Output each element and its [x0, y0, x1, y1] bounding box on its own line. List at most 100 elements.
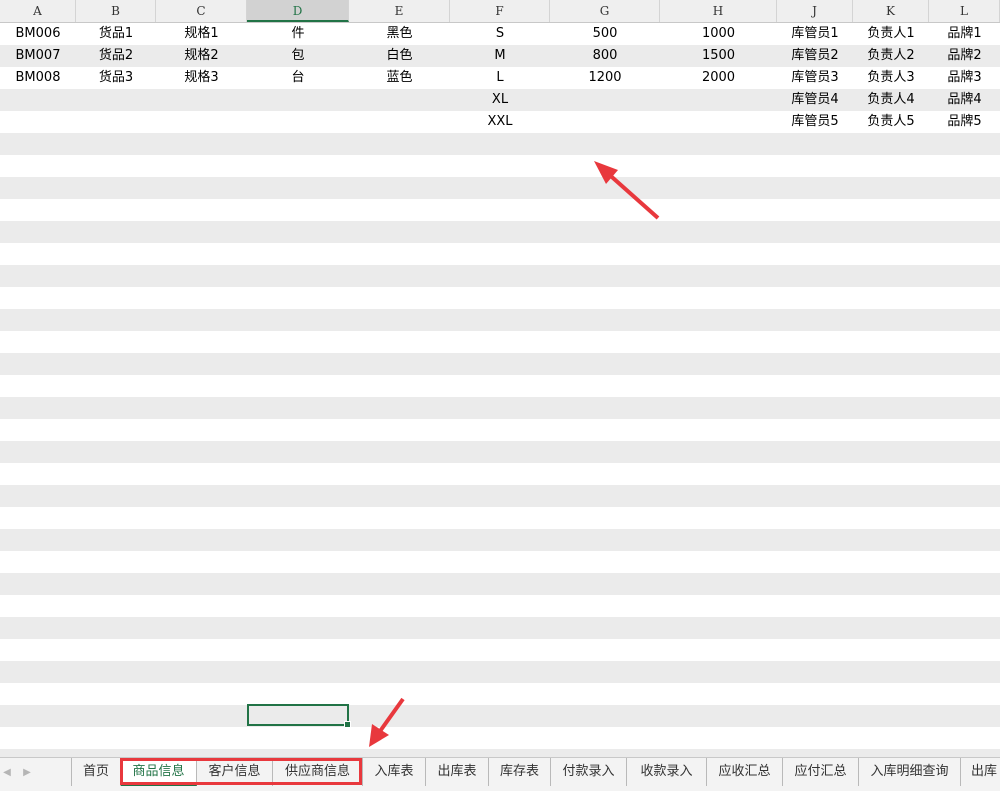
empty-row[interactable] [0, 331, 1000, 353]
cell[interactable]: XL [450, 89, 550, 111]
column-header-g[interactable]: G [550, 0, 660, 22]
cell[interactable]: 负责人2 [853, 45, 929, 67]
cell[interactable]: 1200 [550, 67, 660, 89]
cell[interactable]: 品牌3 [929, 67, 1000, 89]
cell[interactable]: 包 [247, 45, 349, 67]
cell[interactable]: 500 [550, 23, 660, 45]
empty-row[interactable] [0, 639, 1000, 661]
empty-row[interactable] [0, 221, 1000, 243]
column-header-d[interactable]: D [247, 0, 349, 22]
cell[interactable]: 蓝色 [349, 67, 450, 89]
cell[interactable]: 库管员4 [777, 89, 853, 111]
table-row: BM007 货品2 规格2 包 白色 M 800 1500 库管员2 负责人2 … [0, 45, 1000, 67]
cell[interactable]: 规格3 [156, 67, 247, 89]
cell[interactable]: 2000 [660, 67, 777, 89]
empty-row[interactable] [0, 749, 1000, 757]
cell[interactable]: S [450, 23, 550, 45]
empty-row[interactable] [0, 529, 1000, 551]
tab-inventory[interactable]: 库存表 [489, 758, 551, 786]
column-header-j[interactable]: J [777, 0, 853, 22]
cell[interactable]: 负责人1 [853, 23, 929, 45]
column-header-e[interactable]: E [349, 0, 450, 22]
cell[interactable]: XXL [450, 111, 550, 133]
empty-row[interactable] [0, 309, 1000, 331]
column-header-h[interactable]: H [660, 0, 777, 22]
scroll-left-icon[interactable]: ◀ [0, 766, 14, 780]
scroll-right-icon[interactable]: ▶ [20, 766, 34, 780]
cell[interactable]: 货品2 [76, 45, 156, 67]
table-row: XXL 库管员5 负责人5 品牌5 [0, 111, 1000, 133]
cell[interactable]: 规格2 [156, 45, 247, 67]
cell[interactable]: 库管员2 [777, 45, 853, 67]
empty-row[interactable] [0, 727, 1000, 749]
cell[interactable]: 800 [550, 45, 660, 67]
empty-row[interactable] [0, 177, 1000, 199]
empty-row[interactable] [0, 397, 1000, 419]
cell[interactable]: 负责人3 [853, 67, 929, 89]
empty-row[interactable] [0, 661, 1000, 683]
cell[interactable]: 货品3 [76, 67, 156, 89]
column-header-f[interactable]: F [450, 0, 550, 22]
cell[interactable]: 1500 [660, 45, 777, 67]
cell[interactable]: 白色 [349, 45, 450, 67]
column-header-a[interactable]: A [0, 0, 76, 22]
empty-row[interactable] [0, 243, 1000, 265]
cell[interactable]: 品牌1 [929, 23, 1000, 45]
column-header-l[interactable]: L [929, 0, 1000, 22]
column-header-b[interactable]: B [76, 0, 156, 22]
empty-row[interactable] [0, 507, 1000, 529]
cell[interactable]: 台 [247, 67, 349, 89]
tab-stock-out-partial[interactable]: 出库 [961, 758, 1000, 786]
cell[interactable]: 规格1 [156, 23, 247, 45]
cell[interactable]: 负责人5 [853, 111, 929, 133]
cell[interactable]: BM007 [0, 45, 76, 67]
cell[interactable]: 库管员5 [777, 111, 853, 133]
tab-stock-in[interactable]: 入库表 [363, 758, 426, 786]
empty-row[interactable] [0, 199, 1000, 221]
cell[interactable]: 品牌4 [929, 89, 1000, 111]
empty-row[interactable] [0, 419, 1000, 441]
tab-supplier-info[interactable]: 供应商信息 [273, 758, 363, 786]
empty-row[interactable] [0, 617, 1000, 639]
cell[interactable]: 件 [247, 23, 349, 45]
cell[interactable]: 品牌2 [929, 45, 1000, 67]
column-header-k[interactable]: K [853, 0, 929, 22]
empty-row[interactable] [0, 441, 1000, 463]
tab-customer-info[interactable]: 客户信息 [197, 758, 273, 786]
tab-stock-out[interactable]: 出库表 [426, 758, 489, 786]
empty-row[interactable] [0, 573, 1000, 595]
empty-row[interactable] [0, 595, 1000, 617]
tab-product-info[interactable]: 商品信息 [121, 758, 197, 786]
tab-payable-summary[interactable]: 应付汇总 [783, 758, 859, 786]
spreadsheet-grid[interactable]: BM006 货品1 规格1 件 黑色 S 500 1000 库管员1 负责人1 … [0, 23, 1000, 757]
tab-home[interactable]: 首页 [71, 758, 121, 786]
tab-receipt-entry[interactable]: 收款录入 [627, 758, 707, 786]
selected-cell-cursor[interactable] [247, 704, 351, 728]
empty-row[interactable] [0, 353, 1000, 375]
cell[interactable]: BM008 [0, 67, 76, 89]
empty-row[interactable] [0, 485, 1000, 507]
cell[interactable]: 货品1 [76, 23, 156, 45]
cell[interactable]: 黑色 [349, 23, 450, 45]
cell[interactable]: M [450, 45, 550, 67]
empty-row[interactable] [0, 463, 1000, 485]
cell[interactable]: 品牌5 [929, 111, 1000, 133]
empty-row[interactable] [0, 133, 1000, 155]
empty-row[interactable] [0, 705, 1000, 727]
tab-payment-entry[interactable]: 付款录入 [551, 758, 627, 786]
tab-stock-in-detail[interactable]: 入库明细查询 [859, 758, 961, 786]
cell[interactable]: 负责人4 [853, 89, 929, 111]
empty-row[interactable] [0, 155, 1000, 177]
column-header-c[interactable]: C [156, 0, 247, 22]
empty-row[interactable] [0, 551, 1000, 573]
cell[interactable]: 库管员1 [777, 23, 853, 45]
empty-row[interactable] [0, 287, 1000, 309]
empty-row[interactable] [0, 265, 1000, 287]
cell[interactable]: BM006 [0, 23, 76, 45]
cell[interactable]: 1000 [660, 23, 777, 45]
empty-row[interactable] [0, 683, 1000, 705]
cell[interactable]: 库管员3 [777, 67, 853, 89]
empty-row[interactable] [0, 375, 1000, 397]
tab-receivable-summary[interactable]: 应收汇总 [707, 758, 783, 786]
cell[interactable]: L [450, 67, 550, 89]
